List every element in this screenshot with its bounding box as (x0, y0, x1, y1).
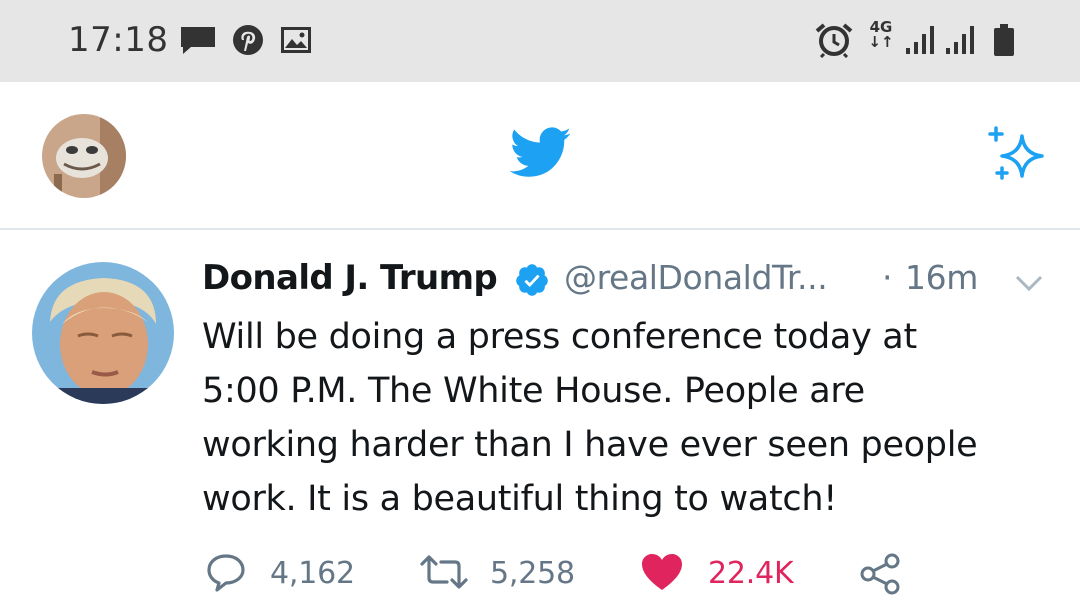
tweet-text-line: working harder than I have ever seen peo… (202, 425, 978, 465)
tweet-text: Will be doing a press conference today a… (202, 310, 1062, 526)
chevron-down-icon[interactable] (1014, 274, 1044, 292)
like-button[interactable]: 22.4K (640, 552, 810, 596)
sparkle-icon[interactable] (984, 122, 1048, 186)
twitter-bird-icon (510, 127, 571, 177)
share-icon[interactable] (858, 552, 904, 596)
tweet-text-line: work. It is a beautiful thing to watch! (202, 479, 837, 519)
like-count: 22.4K (708, 556, 794, 591)
reply-button[interactable]: 4,162 (206, 552, 366, 596)
author-name[interactable]: Donald J. Trump (202, 258, 498, 298)
tweet-text-line: Will be doing a press conference today a… (202, 317, 917, 357)
retweet-icon (420, 555, 468, 589)
verified-badge-icon (516, 264, 548, 296)
heart-icon (642, 554, 682, 590)
profile-avatar[interactable] (42, 114, 126, 198)
author-avatar[interactable] (32, 262, 174, 404)
header-separator: · (882, 258, 893, 297)
top-app-bar (0, 82, 1080, 230)
image-icon (281, 27, 311, 53)
author-handle[interactable]: @realDonaldTr... (564, 258, 828, 297)
battery-icon (994, 24, 1014, 56)
message-icon (181, 27, 215, 54)
reply-count: 4,162 (270, 556, 355, 591)
retweet-button[interactable]: 5,258 (418, 552, 588, 596)
tweet-header: Donald J. Trump @realDonaldTr... · 16m (202, 256, 1062, 306)
retweet-count: 5,258 (490, 556, 575, 591)
signal-icon (906, 26, 934, 54)
signal-icon (946, 26, 974, 54)
status-time: 17:18 (68, 20, 169, 60)
status-bar: 17:18 4G ↓↑ (0, 0, 1080, 82)
pinterest-icon (233, 25, 263, 55)
alarm-icon (815, 23, 853, 58)
tweet-timestamp[interactable]: 16m (905, 258, 978, 297)
reply-icon (207, 554, 245, 592)
tweet-text-line: 5:00 P.M. The White House. People are (202, 371, 865, 411)
network-4g-icon: 4G ↓↑ (868, 18, 894, 51)
